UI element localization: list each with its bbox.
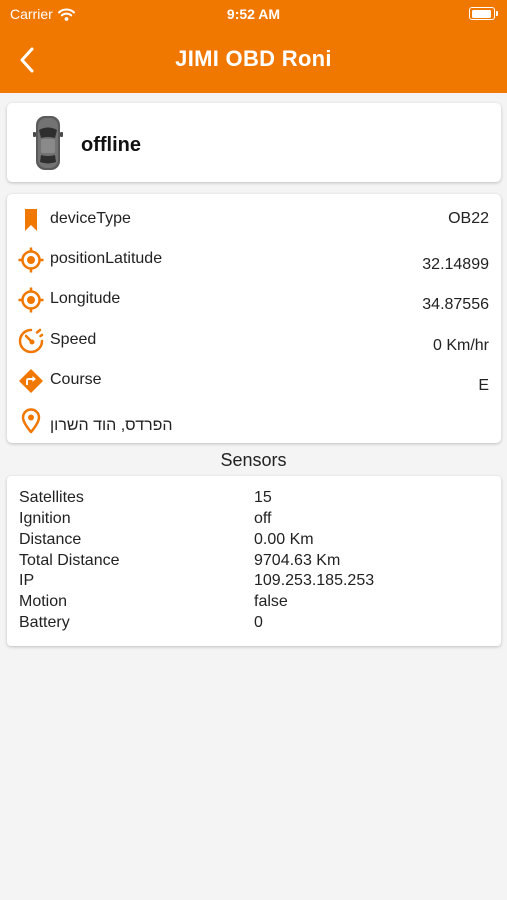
sensor-value: 9704.63 Km bbox=[254, 552, 341, 569]
device-info-card: deviceType OB22 positionLatitude 32.1489… bbox=[7, 194, 501, 443]
sensor-value: false bbox=[254, 593, 288, 610]
sensor-row-satellites: Satellites 15 bbox=[19, 489, 489, 510]
sensor-key: Motion bbox=[19, 593, 68, 610]
chevron-left-icon bbox=[20, 47, 34, 73]
info-label: Longitude bbox=[50, 290, 121, 307]
direction-sign-icon bbox=[19, 369, 43, 393]
info-label: positionLatitude bbox=[50, 250, 163, 267]
sensor-row-ip: IP 109.253.185.253 bbox=[19, 572, 489, 593]
battery-icon bbox=[469, 7, 498, 20]
sensor-value: off bbox=[254, 510, 272, 527]
sensor-row-distance: Distance 0.00 Km bbox=[19, 531, 489, 552]
info-label: deviceType bbox=[50, 210, 131, 227]
page-title: JIMI OBD Roni bbox=[175, 46, 332, 71]
sensor-value: 0.00 Km bbox=[254, 531, 314, 548]
sensor-row-battery: Battery 0 bbox=[19, 614, 489, 635]
sensor-key: Battery bbox=[19, 614, 70, 631]
info-row-speed: Speed 0 Km/hr bbox=[7, 321, 501, 357]
sensor-key: IP bbox=[19, 572, 35, 589]
speedometer-icon bbox=[18, 328, 44, 354]
info-row-device-type: deviceType OB22 bbox=[7, 200, 501, 236]
info-value: 34.87556 bbox=[422, 296, 489, 313]
sensor-value: 0 bbox=[254, 614, 263, 631]
sensors-section-title: Sensors bbox=[220, 450, 287, 470]
sensor-row-ignition: Ignition off bbox=[19, 510, 489, 531]
info-value: E bbox=[478, 377, 489, 394]
sensor-value: 15 bbox=[254, 489, 272, 506]
bookmark-icon bbox=[25, 209, 37, 231]
info-value: 0 Km/hr bbox=[432, 337, 489, 354]
app-header: Carrier 9:52 AM JIMI OBD Roni bbox=[0, 0, 507, 93]
info-row-address: הפרדס, הוד השרון bbox=[7, 401, 501, 437]
device-state: offline bbox=[81, 134, 141, 156]
sensor-key: Total Distance bbox=[19, 552, 120, 569]
sensor-value: 109.253.185.253 bbox=[254, 572, 375, 589]
crosshair-icon bbox=[18, 287, 44, 313]
info-label: Course bbox=[50, 371, 102, 388]
sensor-key: Satellites bbox=[19, 489, 84, 506]
address-label: הפרדס, הוד השרון bbox=[50, 417, 173, 434]
sensors-card: Satellites 15 Ignition off Distance 0.00… bbox=[7, 476, 501, 646]
info-label: Speed bbox=[50, 331, 97, 348]
back-button[interactable] bbox=[16, 45, 42, 75]
sensor-key: Distance bbox=[19, 531, 82, 548]
device-status-card: offline bbox=[7, 103, 501, 182]
sensor-key: Ignition bbox=[19, 510, 71, 527]
crosshair-icon bbox=[18, 247, 44, 273]
info-value: OB22 bbox=[448, 210, 489, 227]
info-row-longitude: Longitude 34.87556 bbox=[7, 280, 501, 316]
status-time: 9:52 AM bbox=[226, 6, 281, 22]
info-row-course: Course E bbox=[7, 361, 501, 397]
car-icon bbox=[33, 116, 63, 170]
info-value: 32.14899 bbox=[422, 256, 489, 273]
sensor-row-total-distance: Total Distance 9704.63 Km bbox=[19, 552, 489, 573]
info-row-latitude: positionLatitude 32.14899 bbox=[7, 240, 501, 276]
status-bar: Carrier 9:52 AM bbox=[0, 0, 507, 28]
location-pin-icon bbox=[21, 408, 41, 434]
sensor-row-motion: Motion false bbox=[19, 593, 489, 614]
